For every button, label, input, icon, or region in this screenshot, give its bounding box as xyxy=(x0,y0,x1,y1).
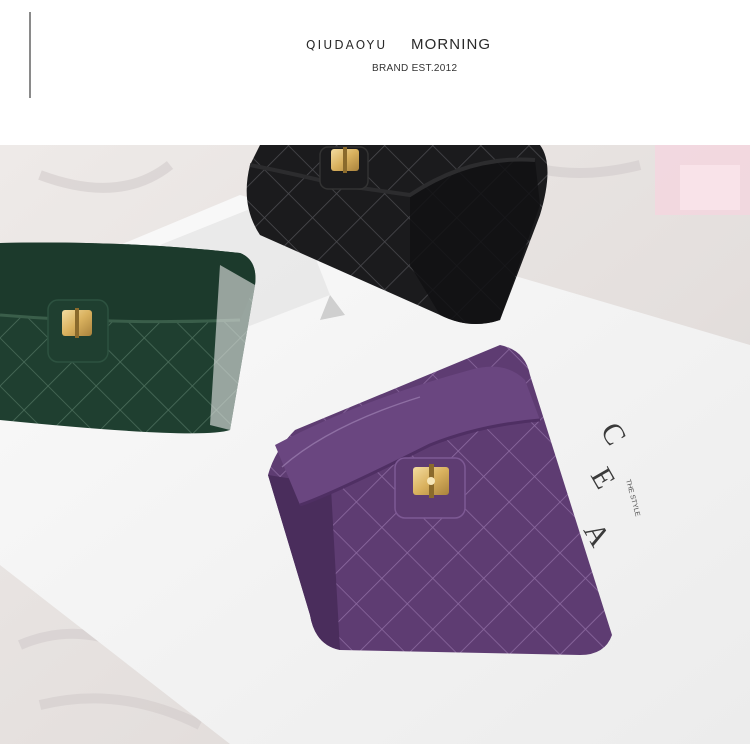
brand-tagline: MORNING xyxy=(411,36,492,53)
product-photo: C E A L THE STYLE xyxy=(0,145,750,744)
brand-row: QIUDAOYU MORNING xyxy=(0,35,750,59)
green-wallet xyxy=(0,242,256,434)
brand-name: QIUDAOYU xyxy=(306,38,388,52)
brand-header: QIUDAOYU MORNING BRAND EST.2012 xyxy=(0,0,750,145)
product-photo-art: C E A L THE STYLE xyxy=(0,145,750,744)
brand-established: BRAND EST.2012 xyxy=(372,63,458,74)
perfume-bottle-glass xyxy=(680,165,740,210)
